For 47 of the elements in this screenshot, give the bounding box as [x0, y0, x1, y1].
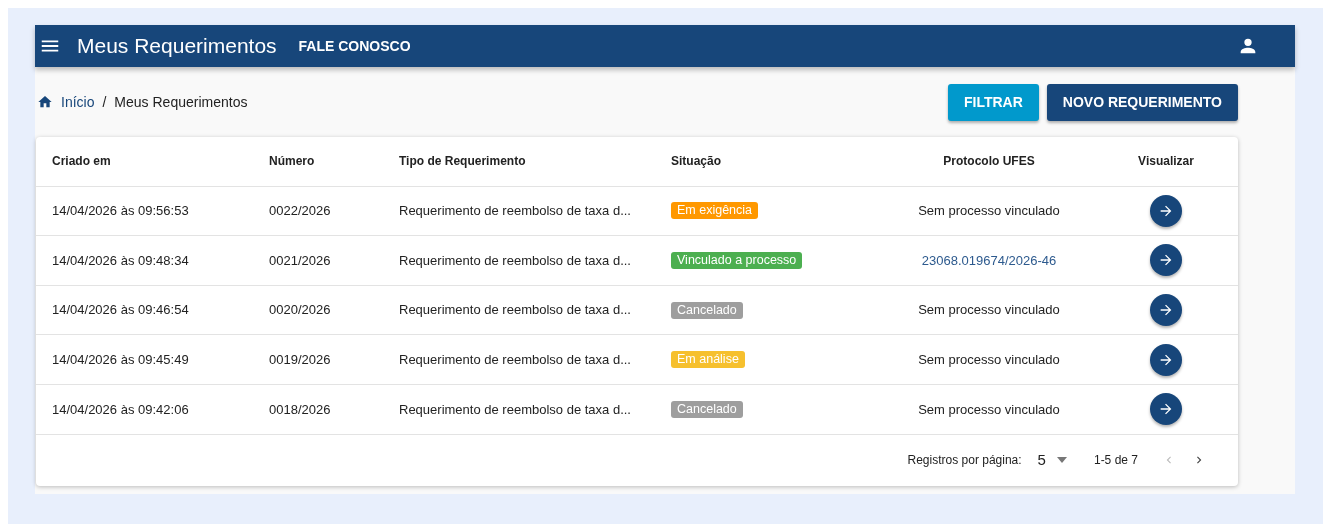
table-cell-text: 0022/2026 [269, 202, 331, 221]
table-cell-text: 0021/2026 [269, 251, 331, 270]
table-cell-text: Requerimento de reembolso de taxa d... [399, 301, 631, 320]
table-cell-text: 0020/2026 [269, 301, 331, 320]
table-cell-text: 14/04/2026 às 09:56:53 [52, 202, 189, 221]
rows-per-page-select[interactable]: 5 [1037, 448, 1068, 472]
view-button[interactable] [1150, 343, 1182, 376]
column-header: Criado em [52, 153, 111, 171]
view-button[interactable] [1150, 294, 1182, 327]
view-button[interactable] [1150, 244, 1182, 277]
page-title: Meus Requerimentos [77, 33, 277, 60]
status-tag: Vinculado a processo [671, 252, 803, 269]
table-cell-text: Sem processo vinculado [918, 301, 1060, 320]
status-tag: Em exigência [671, 202, 759, 220]
table-cell-text: 14/04/2026 às 09:42:06 [52, 400, 189, 419]
table-cell-text: 14/04/2026 às 09:45:49 [52, 350, 189, 369]
home-icon [37, 94, 53, 110]
breadcrumb-link[interactable]: Início [61, 91, 95, 113]
status-tag: Em análise [671, 351, 745, 369]
status-tag: Cancelado [671, 301, 743, 319]
table-cell-text: Sem processo vinculado [918, 202, 1060, 221]
column-header: Número [269, 153, 315, 171]
table-cell-text: Requerimento de reembolso de taxa d... [399, 202, 631, 221]
column-header: Visualizar [1138, 153, 1194, 171]
table-cell-text: Sem processo vinculado [918, 400, 1060, 419]
page-range: 1-5 de 7 [1093, 452, 1138, 470]
breadcrumb-separator: / [102, 92, 107, 112]
breadcrumb-current: Meus Requerimentos [114, 92, 248, 112]
table-cell-text: 0019/2026 [269, 350, 331, 369]
new-request-button[interactable]: NOVO REQUERIMENTO [1046, 83, 1238, 121]
table-cell-text: Requerimento de reembolso de taxa d... [399, 251, 631, 270]
view-button[interactable] [1150, 194, 1182, 227]
protocol-link[interactable]: 23068.019674/2026-46 [921, 250, 1057, 271]
table-cell-text: 14/04/2026 às 09:48:34 [52, 251, 189, 270]
caret-icon [1055, 456, 1068, 465]
view-button[interactable] [1150, 393, 1182, 426]
status-tag: Cancelado [671, 400, 743, 418]
column-header: Tipo de Requerimento [399, 153, 526, 171]
table-cell-text: Sem processo vinculado [918, 350, 1060, 369]
table-cell-text: Requerimento de reembolso de taxa d... [399, 400, 631, 419]
table-cell-text: 0018/2026 [269, 400, 331, 419]
column-header: Situação [671, 153, 721, 171]
table-cell-text: Requerimento de reembolso de taxa d... [399, 350, 631, 369]
contact-link[interactable]: FALE CONOSCO [298, 35, 411, 57]
column-header: Protocolo UFES [943, 153, 1035, 171]
table-cell-text: 14/04/2026 às 09:46:54 [52, 301, 189, 320]
rows-per-page-label: Registros por página: [907, 452, 1022, 470]
